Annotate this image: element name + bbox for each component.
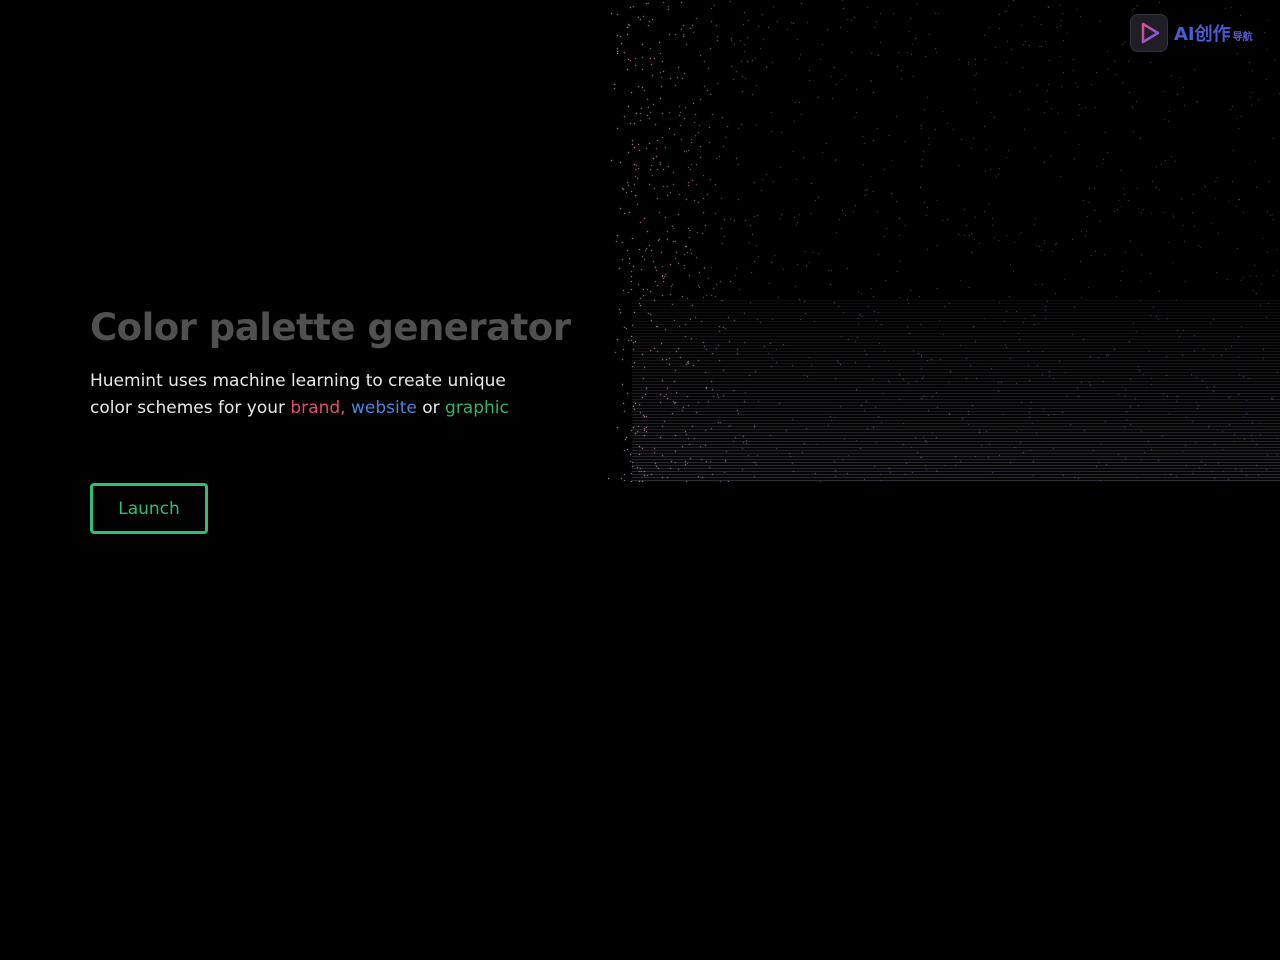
badge-label: AI创作 导航 (1174, 20, 1253, 46)
badge-subtext: 导航 (1232, 32, 1253, 43)
hero-section: Color palette generator Huemint uses mac… (90, 304, 590, 422)
color-particle-visualization (608, 0, 1280, 482)
logo-mark-icon (1141, 22, 1160, 44)
keyword-or: or (416, 398, 446, 418)
hero-description: Huemint uses machine learning to create … (90, 368, 510, 422)
launch-button[interactable]: Launch (90, 483, 208, 534)
badge-logo-icon (1130, 14, 1168, 52)
keyword-brand: brand, (290, 398, 346, 418)
page-title: Color palette generator (90, 306, 571, 349)
keyword-graphic: graphic (445, 398, 509, 418)
badge-text: AI创作 (1174, 24, 1231, 45)
page: Color palette generator Huemint uses mac… (0, 0, 1280, 960)
ai-nav-badge[interactable]: AI创作 导航 (1130, 14, 1253, 52)
keyword-website: website (350, 398, 417, 418)
